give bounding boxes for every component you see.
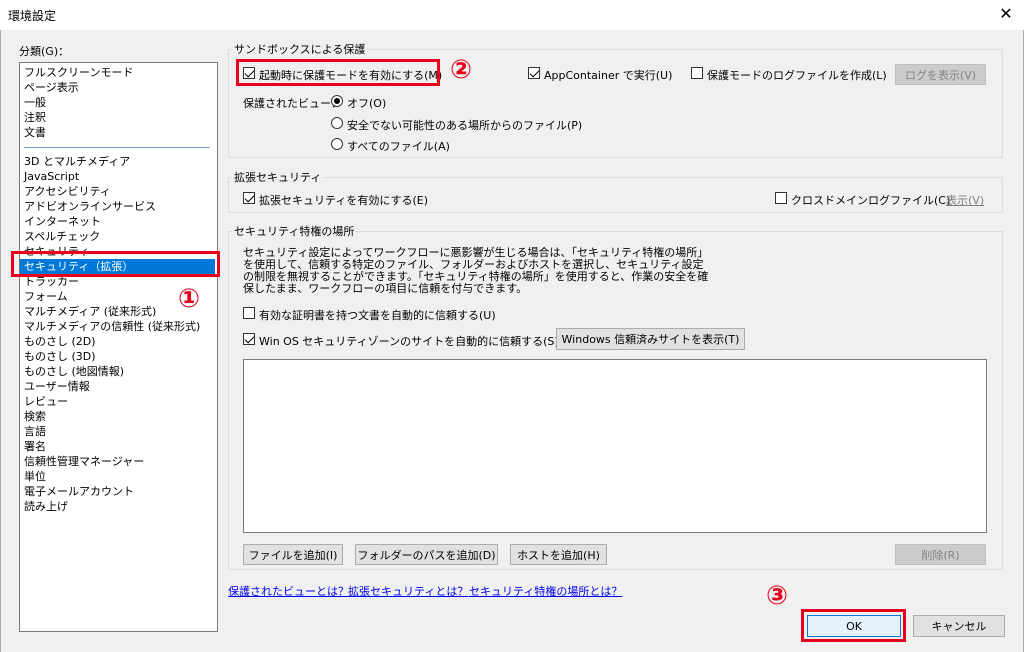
category-item[interactable]: レビュー	[24, 394, 68, 409]
view-log-button[interactable]: ログを表示(V)	[895, 64, 986, 85]
category-item[interactable]: 読み上げ	[24, 499, 68, 514]
privileged-locations-title: セキュリティ特権の場所	[232, 223, 357, 239]
ok-button[interactable]: OK	[807, 615, 901, 637]
category-item[interactable]: マルチメディア (従来形式)	[24, 304, 156, 319]
privileged-locations-list[interactable]	[243, 359, 987, 533]
category-item[interactable]: インターネット	[24, 214, 101, 229]
enhanced-security-title: 拡張セキュリティ	[232, 169, 324, 185]
enhanced-security-help-link[interactable]: 拡張セキュリティとは？	[348, 583, 468, 599]
category-item[interactable]: JavaScript	[24, 169, 79, 184]
category-item[interactable]: スペルチェック	[24, 229, 100, 244]
category-separator	[24, 147, 210, 148]
trust-cert-label: 有効な証明書を持つ文書を自動的に信頼する(U)	[259, 309, 496, 322]
category-item[interactable]: 署名	[24, 439, 46, 454]
radio-off-label: オフ(O)	[347, 97, 387, 110]
category-label: 分類(G)：	[19, 45, 70, 58]
radio-all-label: すべてのファイル(A)	[347, 140, 450, 153]
sandbox-group-title: サンドボックスによる保護	[232, 41, 368, 57]
close-icon[interactable]: ✕	[995, 4, 1017, 24]
category-item[interactable]: アクセシビリティ	[24, 184, 111, 199]
category-item[interactable]: ものさし (2D)	[24, 334, 96, 349]
category-item[interactable]: 単位	[24, 469, 46, 484]
category-item[interactable]: ページ表示	[24, 80, 79, 95]
appcontainer-label: AppContainer で実行(U)	[544, 69, 673, 82]
category-item[interactable]: アドビオンラインサービス	[24, 199, 156, 214]
category-item[interactable]: 文書	[24, 125, 46, 140]
category-list[interactable]: フルスクリーンモード ページ表示 一般 注釈 文書 3D とマルチメディア JavaScri…	[19, 62, 218, 632]
category-item[interactable]: ものさし (地図情報)	[24, 364, 124, 379]
category-item[interactable]: 3D とマルチメディア	[24, 154, 130, 169]
protected-view-label: 保護されたビュー：	[243, 97, 342, 110]
cross-domain-label: クロスドメインログファイル(C)	[791, 194, 951, 207]
category-item[interactable]: 電子メールアカウント	[24, 484, 134, 499]
enhanced-show-link[interactable]: 表示(V)	[946, 192, 984, 208]
radio-off[interactable]	[331, 95, 343, 110]
radio-unsafe[interactable]	[331, 117, 343, 132]
remove-button[interactable]: 削除(R)	[895, 544, 986, 565]
category-item[interactable]: 検索	[24, 409, 46, 424]
window-title: 環境設定	[8, 9, 57, 23]
show-trusted-sites-button[interactable]: Windows 信頼済みサイトを表示(T)	[556, 328, 745, 350]
add-file-button[interactable]: ファイルを追加(I)	[243, 544, 343, 565]
category-item[interactable]: 一般	[24, 95, 46, 110]
category-item[interactable]: ものさし (3D)	[24, 349, 96, 364]
enhanced-security-label: 拡張セキュリティを有効にする(E)	[259, 194, 428, 207]
radio-all[interactable]	[331, 138, 343, 153]
radio-unsafe-label: 安全でない可能性のある場所からのファイル(P)	[347, 119, 583, 132]
category-item[interactable]: フォーム	[24, 289, 68, 304]
cross-domain-checkbox[interactable]	[775, 192, 787, 207]
add-folder-button[interactable]: フォルダーのパスを追加(D)	[355, 544, 498, 565]
privileged-description: セキュリティ設定によってワークフローに悪影響が生じる場合は、「セキュリティ特権の…	[243, 246, 709, 295]
category-item[interactable]: 信頼性管理マネージャー	[24, 454, 144, 469]
enhanced-security-checkbox[interactable]	[243, 192, 255, 207]
protected-view-help-link[interactable]: 保護されたビューとは？	[228, 583, 349, 599]
appcontainer-checkbox[interactable]	[528, 67, 540, 82]
trust-zone-label: Win OS セキュリティゾーンのサイトを自動的に信頼する(S)	[259, 335, 559, 348]
annotation-number-2: ②	[450, 55, 473, 85]
category-item[interactable]: ユーザー情報	[24, 379, 90, 394]
log-file-label: 保護モードのログファイルを作成(L)	[707, 69, 887, 82]
annotation-number-3: ③	[766, 581, 789, 611]
category-item[interactable]: マルチメディアの信頼性 (従来形式)	[24, 319, 200, 334]
title-bar	[0, 0, 1024, 30]
category-item[interactable]: 注釈	[24, 110, 46, 125]
cancel-button[interactable]: キャンセル	[913, 615, 1005, 637]
privileged-locations-help-link[interactable]: セキュリティ特権の場所とは？	[469, 583, 622, 599]
log-file-checkbox[interactable]	[691, 67, 703, 82]
category-item[interactable]: フルスクリーンモード	[24, 65, 133, 80]
add-host-button[interactable]: ホストを追加(H)	[510, 544, 607, 565]
trust-zone-checkbox[interactable]	[243, 333, 255, 348]
annotation-number-1: ①	[178, 284, 201, 314]
highlight-box-category	[11, 251, 220, 277]
highlight-box-protected-mode	[236, 59, 440, 86]
trust-cert-checkbox[interactable]	[243, 307, 255, 322]
category-item[interactable]: 言語	[24, 424, 46, 439]
